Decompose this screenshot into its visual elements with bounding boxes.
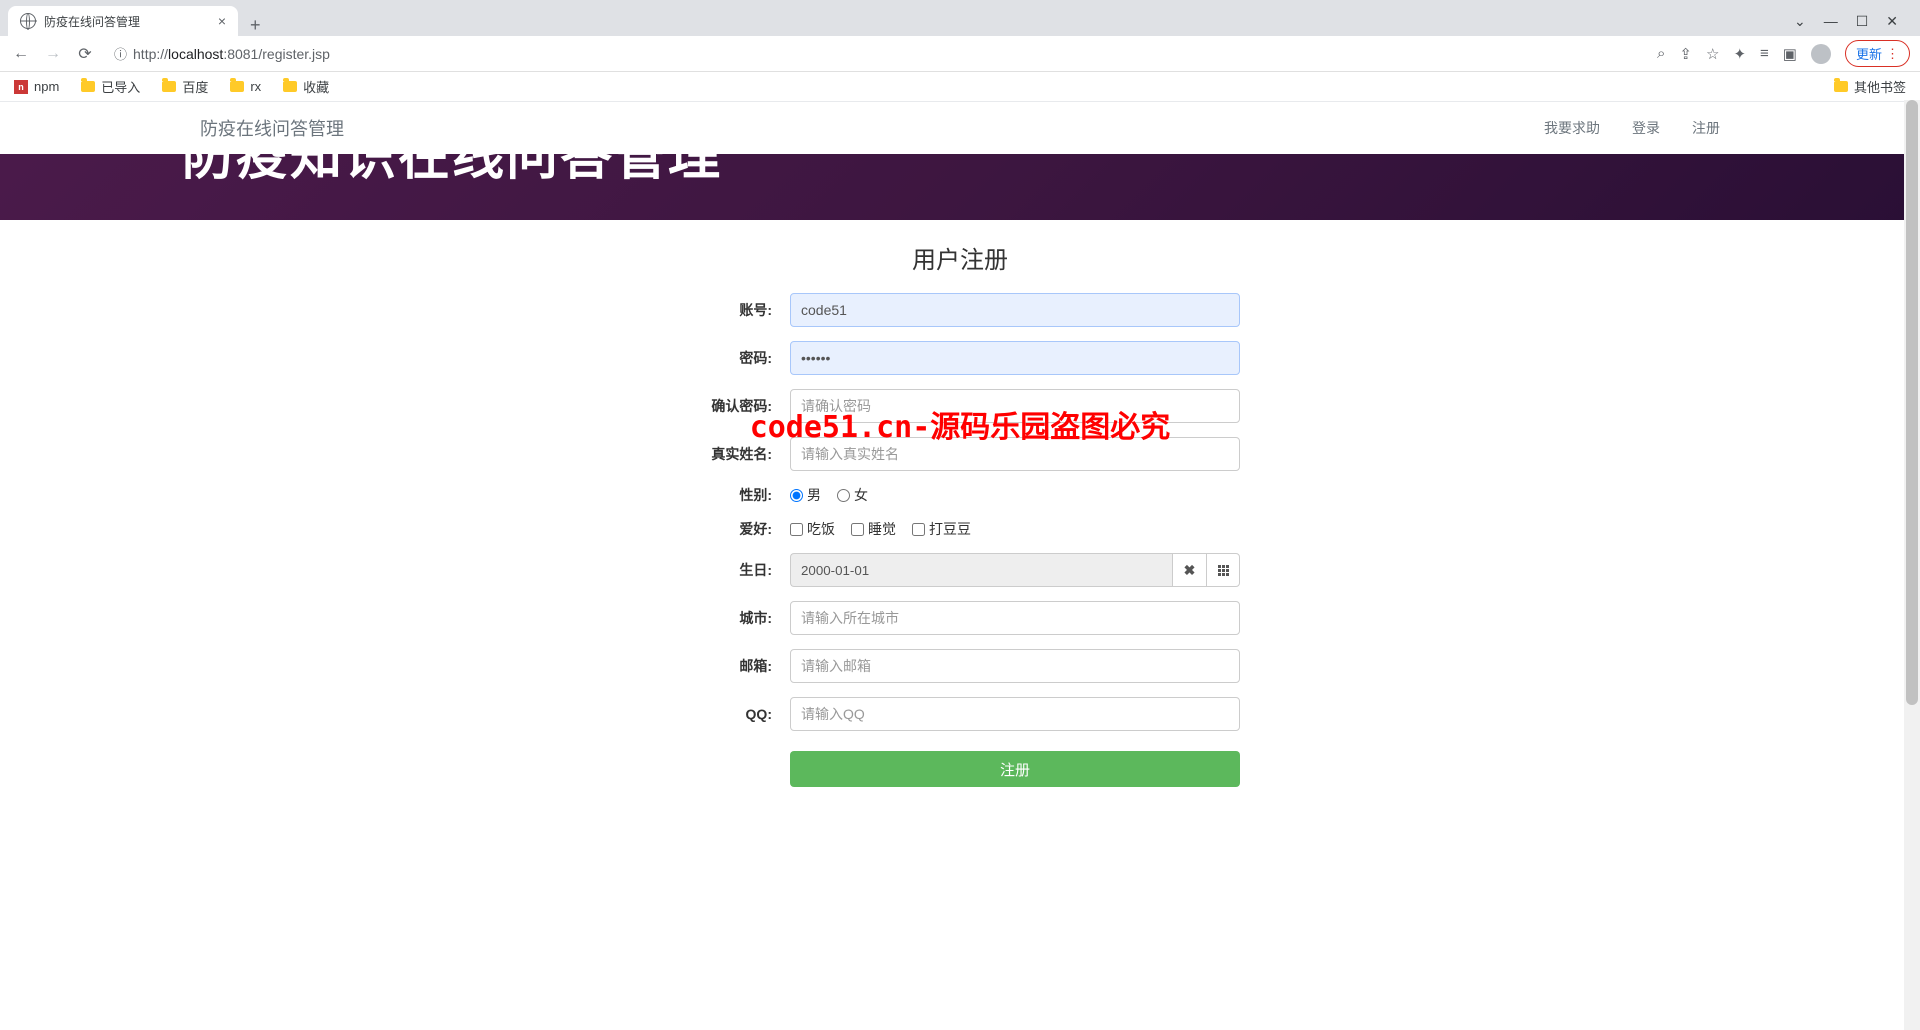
realname-label: 真实姓名: (680, 444, 790, 464)
star-icon[interactable]: ☆ (1706, 45, 1719, 63)
gender-female-radio[interactable] (837, 489, 850, 502)
profile-avatar-icon[interactable] (1811, 44, 1831, 64)
tab-title: 防疫在线问答管理 (44, 13, 140, 30)
bookmark-favorites[interactable]: 收藏 (283, 77, 329, 96)
site-info-icon[interactable]: ⓘ (114, 44, 127, 63)
browser-chrome: 防疫在线问答管理 × + ⌄ — ☐ ✕ ← → ⟳ ⓘ http://loca… (0, 0, 1920, 102)
gender-label: 性别: (680, 485, 790, 505)
bookmark-rx[interactable]: rx (230, 79, 261, 94)
x-icon: ✖ (1184, 562, 1196, 579)
close-tab-icon[interactable]: × (218, 13, 226, 29)
realname-input[interactable] (790, 437, 1240, 471)
nav-login[interactable]: 登录 (1632, 118, 1660, 138)
bookmarks-bar: nnpm 已导入 百度 rx 收藏 其他书签 (0, 72, 1920, 102)
confirm-password-input[interactable] (790, 389, 1240, 423)
birthday-input[interactable] (790, 553, 1172, 587)
forward-button[interactable]: → (42, 45, 64, 63)
minimize-icon[interactable]: — (1824, 13, 1838, 30)
side-panel-icon[interactable]: ▣ (1783, 45, 1797, 63)
new-tab-button[interactable]: + (238, 15, 273, 36)
city-input[interactable] (790, 601, 1240, 635)
password-input[interactable] (790, 341, 1240, 375)
window-controls: ⌄ — ☐ ✕ (1794, 13, 1912, 30)
extensions-icon[interactable]: ✦ (1733, 45, 1746, 63)
tab-bar: 防疫在线问答管理 × + ⌄ — ☐ ✕ (0, 0, 1920, 36)
url-text: http://localhost:8081/register.jsp (133, 46, 330, 62)
share-icon[interactable]: ⇪ (1679, 45, 1692, 63)
qq-label: QQ: (680, 706, 790, 722)
bookmark-other[interactable]: 其他书签 (1834, 77, 1906, 96)
gender-female-option[interactable]: 女 (837, 485, 868, 505)
form-title: 用户注册 (680, 240, 1240, 275)
calendar-grid-icon (1218, 565, 1229, 576)
city-label: 城市: (680, 608, 790, 628)
account-input[interactable] (790, 293, 1240, 327)
reading-list-icon[interactable]: ≡ (1760, 45, 1769, 62)
bookmark-npm[interactable]: nnpm (14, 79, 59, 94)
update-button[interactable]: 更新 ⋮ (1845, 40, 1910, 67)
vertical-scrollbar[interactable] (1904, 100, 1920, 1030)
hobby-eat-option[interactable]: 吃饭 (790, 519, 835, 539)
birthday-picker-button[interactable] (1206, 553, 1240, 587)
register-form: 用户注册 账号: 密码: 确认密码: 真实姓名: 性别: 男 女 爱好: 吃饭 … (680, 220, 1240, 821)
bookmark-imported[interactable]: 已导入 (81, 77, 140, 96)
email-label: 邮箱: (680, 656, 790, 676)
password-label: 密码: (680, 348, 790, 368)
scrollbar-thumb[interactable] (1906, 100, 1918, 705)
hobby-label: 爱好: (680, 519, 790, 539)
birthday-label: 生日: (680, 560, 790, 580)
close-window-icon[interactable]: ✕ (1886, 13, 1898, 30)
page-navbar: 防疫在线问答管理 我要求助 登录 注册 (0, 102, 1920, 154)
bookmark-baidu[interactable]: 百度 (162, 77, 208, 96)
brand-title[interactable]: 防疫在线问答管理 (200, 115, 344, 141)
maximize-icon[interactable]: ☐ (1856, 13, 1869, 30)
chevron-down-icon[interactable]: ⌄ (1794, 13, 1806, 30)
browser-tab[interactable]: 防疫在线问答管理 × (8, 6, 238, 36)
gender-male-option[interactable]: 男 (790, 485, 821, 505)
gender-male-radio[interactable] (790, 489, 803, 502)
key-icon[interactable]: ⌕ (1657, 45, 1665, 62)
browser-toolbar: ← → ⟳ ⓘ http://localhost:8081/register.j… (0, 36, 1920, 72)
hobby-eat-checkbox[interactable] (790, 523, 803, 536)
confirm-label: 确认密码: (680, 396, 790, 416)
email-input[interactable] (790, 649, 1240, 683)
account-label: 账号: (680, 300, 790, 320)
address-bar[interactable]: ⓘ http://localhost:8081/register.jsp (106, 40, 1647, 67)
hobby-sleep-checkbox[interactable] (851, 523, 864, 536)
birthday-clear-button[interactable]: ✖ (1172, 553, 1206, 587)
back-button[interactable]: ← (10, 45, 32, 63)
hobby-play-checkbox[interactable] (912, 523, 925, 536)
reload-button[interactable]: ⟳ (74, 44, 96, 64)
hobby-sleep-option[interactable]: 睡觉 (851, 519, 896, 539)
nav-help[interactable]: 我要求助 (1544, 118, 1600, 138)
globe-icon (20, 13, 36, 29)
qq-input[interactable] (790, 697, 1240, 731)
hobby-play-option[interactable]: 打豆豆 (912, 519, 971, 539)
register-submit-button[interactable]: 注册 (790, 751, 1240, 787)
nav-register[interactable]: 注册 (1692, 118, 1720, 138)
banner-title: 防疫知识在线问答管理 (182, 154, 722, 189)
page-banner: 防疫知识在线问答管理 (0, 154, 1920, 220)
